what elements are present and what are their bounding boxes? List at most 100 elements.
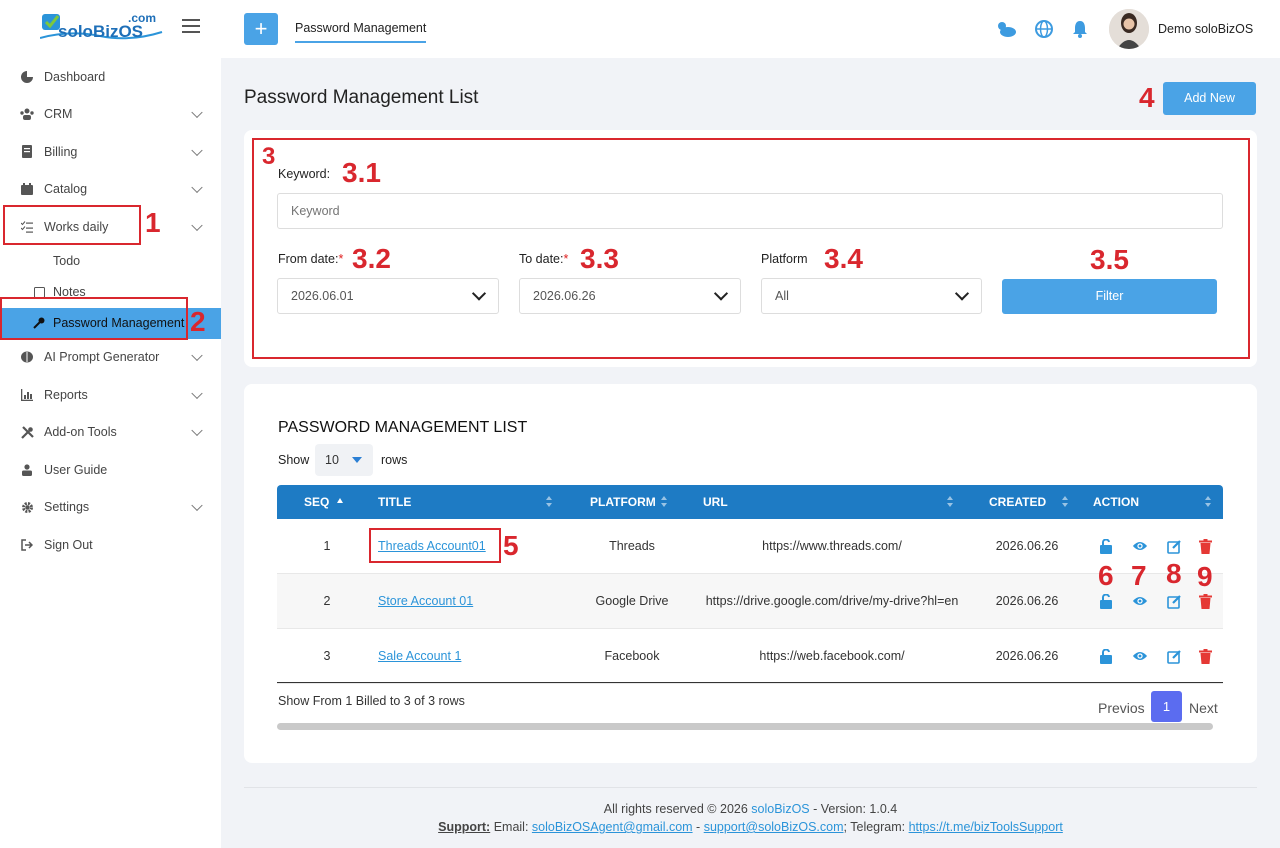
agent-email-link[interactable]: soloBizOSAgent@gmail.com xyxy=(532,820,693,834)
sidebar-item-reports[interactable]: Reports xyxy=(0,376,221,414)
copyright-text: All rights reserved © 2026 xyxy=(603,802,752,816)
sidebar-item-todo[interactable]: Todo xyxy=(0,246,221,277)
topbar: + Password Management Demo soloBizOS xyxy=(221,0,1280,58)
edit-icon[interactable] xyxy=(1166,593,1182,609)
avatar[interactable] xyxy=(1109,9,1149,49)
footer-copyright: All rights reserved © 2026 soloBizOS - V… xyxy=(0,802,1280,816)
sort-icon xyxy=(1062,496,1070,508)
annotation-label: 2 xyxy=(190,306,206,337)
unlock-icon[interactable] xyxy=(1098,538,1114,554)
edit-icon[interactable] xyxy=(1166,538,1182,554)
sidebar-item-catalog[interactable]: Catalog xyxy=(0,171,221,209)
add-new-button[interactable]: Add New xyxy=(1163,82,1256,115)
annotation-label: 3.3 xyxy=(580,243,619,274)
sort-icon xyxy=(947,496,955,508)
tools-icon xyxy=(20,425,34,439)
eye-icon[interactable] xyxy=(1132,593,1148,609)
annotation-box-password-management xyxy=(0,297,188,340)
annotation-label: 9 xyxy=(1197,561,1213,592)
sidebar-item-add-on-tools[interactable]: Add-on Tools xyxy=(0,414,221,452)
horizontal-scrollbar[interactable] xyxy=(277,723,1213,730)
annotation-box-title-link xyxy=(369,528,501,563)
trash-icon[interactable] xyxy=(1197,538,1213,554)
column-header-url[interactable]: URL xyxy=(703,485,728,519)
sidebar-item-sign-out[interactable]: Sign Out xyxy=(0,526,221,564)
support-email-link[interactable]: support@soloBizOS.com xyxy=(704,820,844,834)
pagination-previous[interactable]: Previos xyxy=(1098,700,1145,716)
chevron-down-icon xyxy=(191,144,203,156)
logo-suffix: .com xyxy=(128,11,157,25)
sidebar-item-label: Reports xyxy=(44,387,88,402)
brain-icon xyxy=(20,350,34,364)
annotation-label: 3 xyxy=(262,143,276,170)
logo-text: soloBizOS xyxy=(58,22,144,41)
sidebar-item-label: AI Prompt Generator xyxy=(44,350,160,365)
table-summary: Show From 1 Billed to 3 of 3 rows xyxy=(278,694,465,708)
title-link[interactable]: Store Account 01 xyxy=(378,594,473,608)
pagination-next[interactable]: Next xyxy=(1189,700,1218,716)
annotation-label: 3.1 xyxy=(342,157,381,188)
cell-seq: 2 xyxy=(323,594,331,608)
bell-icon[interactable] xyxy=(1072,20,1088,41)
chevron-down-icon xyxy=(191,387,203,399)
bar-chart-icon xyxy=(20,388,34,402)
chevron-down-icon xyxy=(191,424,203,437)
table-bottom-border xyxy=(277,682,1223,683)
user-guide-icon xyxy=(20,463,34,477)
sidebar-item-dashboard[interactable]: Dashboard xyxy=(0,58,221,96)
sidebar-item-billing[interactable]: Billing xyxy=(0,133,221,171)
pagination-page[interactable]: 1 xyxy=(1151,691,1182,722)
sidebar-item-crm[interactable]: CRM xyxy=(0,96,221,134)
chevron-down-icon xyxy=(191,106,203,119)
table-header: SEQ TITLE PLATFORM URL CREATED ACTION xyxy=(277,485,1223,519)
invoice-icon xyxy=(20,145,34,159)
weather-icon[interactable] xyxy=(995,20,1017,41)
footer-divider xyxy=(244,787,1257,788)
sidebar-item-label: Billing xyxy=(44,144,78,159)
footer-brand-link[interactable]: soloBizOS xyxy=(751,802,809,816)
annotation-box-works-daily xyxy=(3,205,141,245)
cell-created: 2026.06.26 xyxy=(995,539,1059,553)
chevron-down-icon xyxy=(191,499,203,512)
sidebar-item-ai-prompt-generator[interactable]: AI Prompt Generator xyxy=(0,339,221,377)
menu-toggle-icon[interactable] xyxy=(182,18,202,38)
sort-icon xyxy=(661,496,669,508)
column-header-platform[interactable]: PLATFORM xyxy=(590,485,656,519)
annotation-label: 8 xyxy=(1166,558,1182,589)
column-header-title[interactable]: TITLE xyxy=(378,485,411,519)
footer-support: Support: Email: soloBizOSAgent@gmail.com… xyxy=(0,820,1280,834)
user-name[interactable]: Demo soloBizOS xyxy=(1158,22,1253,36)
support-label: Support: xyxy=(438,820,491,834)
unlock-icon[interactable] xyxy=(1098,648,1114,664)
sidebar-item-user-guide[interactable]: User Guide xyxy=(0,451,221,489)
column-header-seq[interactable]: SEQ xyxy=(304,485,329,519)
chevron-down-icon xyxy=(191,349,203,362)
cell-platform: Google Drive xyxy=(595,594,669,608)
telegram-link[interactable]: https://t.me/bizToolsSupport xyxy=(909,820,1063,834)
sidebar-item-label: Add-on Tools xyxy=(44,425,117,440)
cell-created: 2026.06.26 xyxy=(995,594,1059,608)
separator: - xyxy=(692,820,704,834)
annotation-label: 3.4 xyxy=(824,243,863,274)
show-label: Show xyxy=(278,453,310,467)
tab-password-management[interactable]: Password Management xyxy=(295,21,427,43)
cell-url: https://web.facebook.com/ xyxy=(759,649,905,663)
sidebar-item-label: Dashboard xyxy=(44,69,106,84)
pie-chart-icon xyxy=(20,70,34,84)
unlock-icon[interactable] xyxy=(1098,593,1114,609)
globe-icon[interactable] xyxy=(1035,20,1053,41)
app-logo[interactable]: soloBizOS .com xyxy=(39,8,165,48)
trash-icon[interactable] xyxy=(1197,593,1213,609)
sidebar-item-settings[interactable]: Settings xyxy=(0,489,221,527)
trash-icon[interactable] xyxy=(1197,648,1213,664)
rows-per-page-select[interactable]: 10 xyxy=(315,444,373,476)
sort-asc-icon xyxy=(337,498,343,503)
sort-icon xyxy=(546,496,554,508)
eye-icon[interactable] xyxy=(1132,538,1148,554)
add-tab-button[interactable]: + xyxy=(244,13,278,45)
annotation-label: 7 xyxy=(1131,560,1147,591)
column-header-created[interactable]: CREATED xyxy=(989,485,1046,519)
edit-icon[interactable] xyxy=(1166,648,1182,664)
title-link[interactable]: Sale Account 1 xyxy=(378,649,461,663)
eye-icon[interactable] xyxy=(1132,648,1148,664)
